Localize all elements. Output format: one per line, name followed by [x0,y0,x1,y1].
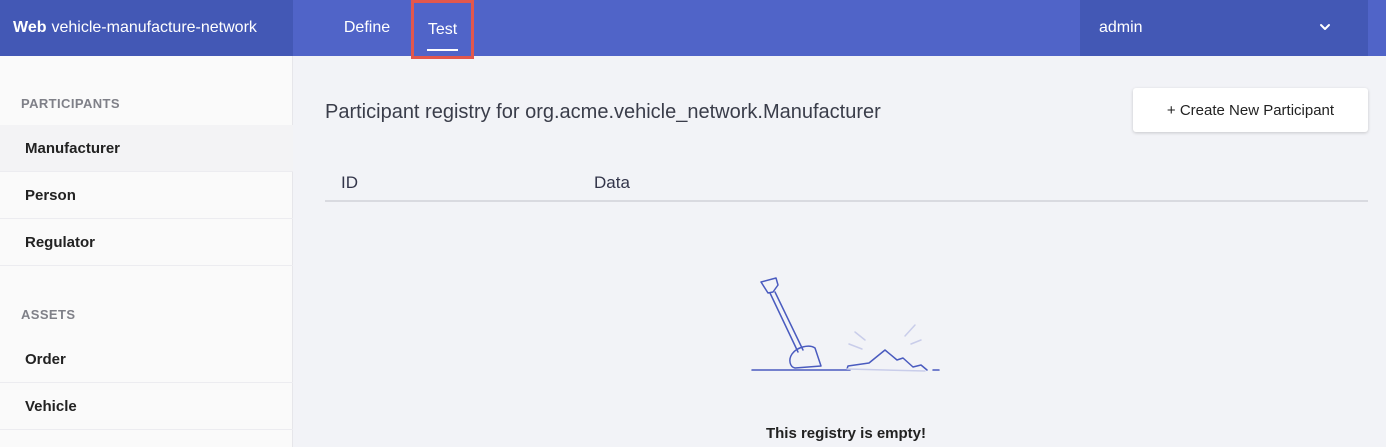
user-menu[interactable]: admin [1080,0,1368,56]
active-tab-indicator [427,49,458,51]
create-new-participant-button[interactable]: + Create New Participant [1133,88,1368,132]
chevron-down-icon [1320,24,1330,30]
empty-registry-message: This registry is empty! [765,425,927,442]
assets-section-title: ASSETS [21,307,76,322]
user-name: admin [1099,19,1143,36]
sidebar-item-manufacturer[interactable]: Manufacturer [0,125,293,172]
sidebar-item-regulator[interactable]: Regulator [0,219,293,266]
top-navigation-bar: Web vehicle-manufacture-network Define T… [0,0,1386,59]
app-brand[interactable]: Web vehicle-manufacture-network [0,0,293,56]
page-title: Participant registry for org.acme.vehicl… [325,101,881,123]
participants-section-title: PARTICIPANTS [21,96,120,111]
column-header-data: Data [594,173,630,192]
brand-prefix: Web [13,19,47,36]
tab-define[interactable]: Define [330,0,404,56]
sidebar: PARTICIPANTS Manufacturer Person Regulat… [0,56,293,447]
sidebar-item-order[interactable]: Order [0,336,293,383]
tab-test-label: Test [427,20,458,38]
column-header-id: ID [341,173,358,192]
registry-table-header: ID Data [325,160,1368,202]
sidebar-item-vehicle[interactable]: Vehicle [0,383,293,430]
shovel-illustration [751,277,940,372]
sidebar-item-person[interactable]: Person [0,172,293,219]
tab-test[interactable]: Test [411,0,474,59]
network-name: vehicle-manufacture-network [51,19,257,36]
